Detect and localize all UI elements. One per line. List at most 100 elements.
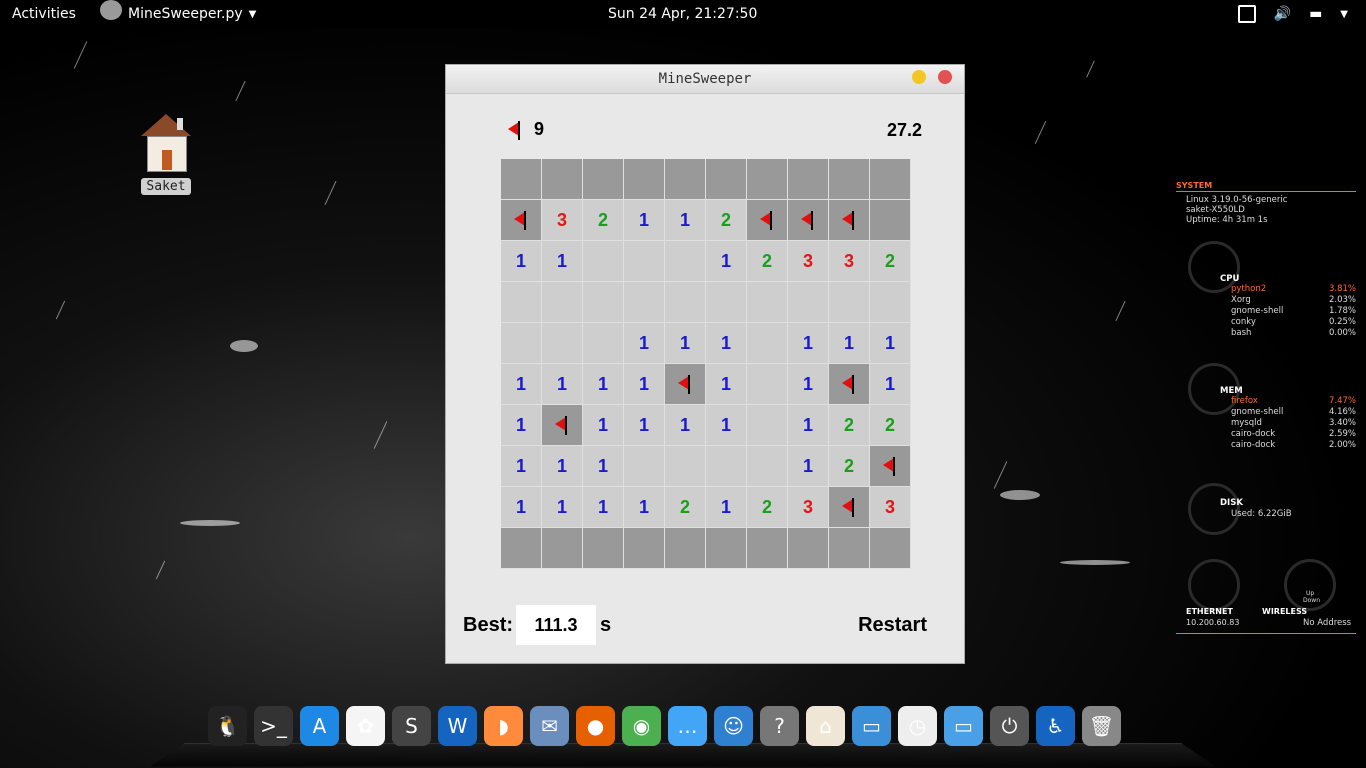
sublime-icon[interactable]: S [392, 706, 431, 746]
number-cell[interactable]: 1 [706, 487, 747, 528]
covered-cell[interactable] [665, 528, 706, 569]
flagged-cell[interactable] [542, 405, 583, 446]
number-cell[interactable]: 1 [665, 405, 706, 446]
empty-cell[interactable] [665, 282, 706, 323]
finder-icon[interactable]: ☺ [714, 706, 753, 746]
flagged-cell[interactable] [501, 200, 542, 241]
activities-button[interactable]: Activities [12, 6, 76, 22]
number-cell[interactable]: 1 [583, 364, 624, 405]
tux-icon[interactable]: 🐧 [208, 706, 247, 746]
covered-cell[interactable] [870, 528, 911, 569]
number-cell[interactable]: 2 [829, 446, 870, 487]
number-cell[interactable]: 1 [788, 364, 829, 405]
clock-icon[interactable]: ◷ [898, 706, 937, 746]
home-folder-icon[interactable]: ⌂ [806, 706, 845, 746]
number-cell[interactable]: 1 [870, 364, 911, 405]
flagged-cell[interactable] [665, 364, 706, 405]
number-cell[interactable]: 1 [706, 323, 747, 364]
chevron-down-icon[interactable]: ▼ [1340, 9, 1348, 20]
covered-cell[interactable] [747, 528, 788, 569]
empty-cell[interactable] [706, 446, 747, 487]
number-cell[interactable]: 2 [665, 487, 706, 528]
empty-cell[interactable] [583, 282, 624, 323]
covered-cell[interactable] [665, 159, 706, 200]
folder-icon[interactable]: ▭ [944, 706, 983, 746]
covered-cell[interactable] [624, 159, 665, 200]
covered-cell[interactable] [829, 159, 870, 200]
flagged-cell[interactable] [829, 487, 870, 528]
covered-cell[interactable] [583, 528, 624, 569]
empty-cell[interactable] [706, 282, 747, 323]
number-cell[interactable]: 1 [706, 405, 747, 446]
desktop-home-icon[interactable]: Saket [139, 114, 193, 195]
documents-icon[interactable]: ▭ [852, 706, 891, 746]
flagged-cell[interactable] [829, 364, 870, 405]
number-cell[interactable]: 3 [870, 487, 911, 528]
help-icon[interactable]: ? [760, 706, 799, 746]
restart-button[interactable]: Restart [858, 614, 927, 637]
accessibility-icon[interactable]: ♿ [1036, 706, 1075, 746]
empty-cell[interactable] [624, 446, 665, 487]
number-cell[interactable]: 2 [706, 200, 747, 241]
empty-cell[interactable] [747, 282, 788, 323]
number-cell[interactable]: 2 [747, 241, 788, 282]
number-cell[interactable]: 1 [788, 446, 829, 487]
number-cell[interactable]: 1 [583, 446, 624, 487]
covered-cell[interactable] [583, 159, 624, 200]
empty-cell[interactable] [665, 241, 706, 282]
number-cell[interactable]: 2 [870, 405, 911, 446]
battery-icon[interactable]: ▬ [1309, 6, 1322, 22]
empty-cell[interactable] [624, 282, 665, 323]
photos-icon[interactable]: ✿ [346, 706, 385, 746]
word-icon[interactable]: W [438, 706, 477, 746]
close-button[interactable] [938, 70, 952, 84]
number-cell[interactable]: 1 [624, 487, 665, 528]
number-cell[interactable]: 1 [665, 200, 706, 241]
number-cell[interactable]: 1 [624, 200, 665, 241]
mail-icon[interactable]: ✉ [530, 706, 569, 746]
number-cell[interactable]: 1 [788, 323, 829, 364]
number-cell[interactable]: 1 [583, 405, 624, 446]
empty-cell[interactable] [665, 446, 706, 487]
empty-cell[interactable] [747, 364, 788, 405]
number-cell[interactable]: 1 [501, 364, 542, 405]
empty-cell[interactable] [747, 446, 788, 487]
covered-cell[interactable] [501, 528, 542, 569]
covered-cell[interactable] [870, 159, 911, 200]
number-cell[interactable]: 1 [706, 364, 747, 405]
window-titlebar[interactable]: MineSweeper [446, 65, 964, 94]
covered-cell[interactable] [706, 159, 747, 200]
number-cell[interactable]: 1 [542, 364, 583, 405]
number-cell[interactable]: 1 [583, 487, 624, 528]
app-store-icon[interactable]: A [300, 706, 339, 746]
empty-cell[interactable] [747, 323, 788, 364]
number-cell[interactable]: 2 [583, 200, 624, 241]
covered-cell[interactable] [870, 200, 911, 241]
empty-cell[interactable] [542, 323, 583, 364]
empty-cell[interactable] [829, 282, 870, 323]
covered-cell[interactable] [542, 528, 583, 569]
empty-cell[interactable] [501, 282, 542, 323]
number-cell[interactable]: 2 [870, 241, 911, 282]
covered-cell[interactable] [829, 528, 870, 569]
number-cell[interactable]: 1 [624, 323, 665, 364]
number-cell[interactable]: 1 [542, 446, 583, 487]
number-cell[interactable]: 1 [788, 405, 829, 446]
flagged-cell[interactable] [788, 200, 829, 241]
number-cell[interactable]: 2 [829, 405, 870, 446]
minimize-button[interactable] [912, 70, 926, 84]
number-cell[interactable]: 3 [788, 241, 829, 282]
number-cell[interactable]: 1 [501, 446, 542, 487]
number-cell[interactable]: 1 [501, 487, 542, 528]
number-cell[interactable]: 1 [870, 323, 911, 364]
covered-cell[interactable] [542, 159, 583, 200]
chat-icon[interactable]: … [668, 706, 707, 746]
number-cell[interactable]: 3 [829, 241, 870, 282]
empty-cell[interactable] [583, 241, 624, 282]
power-icon[interactable]: ⏻ [990, 706, 1029, 746]
flagged-cell[interactable] [747, 200, 788, 241]
volume-icon[interactable]: 🔊 [1274, 6, 1291, 22]
flagged-cell[interactable] [829, 200, 870, 241]
number-cell[interactable]: 2 [747, 487, 788, 528]
covered-cell[interactable] [747, 159, 788, 200]
